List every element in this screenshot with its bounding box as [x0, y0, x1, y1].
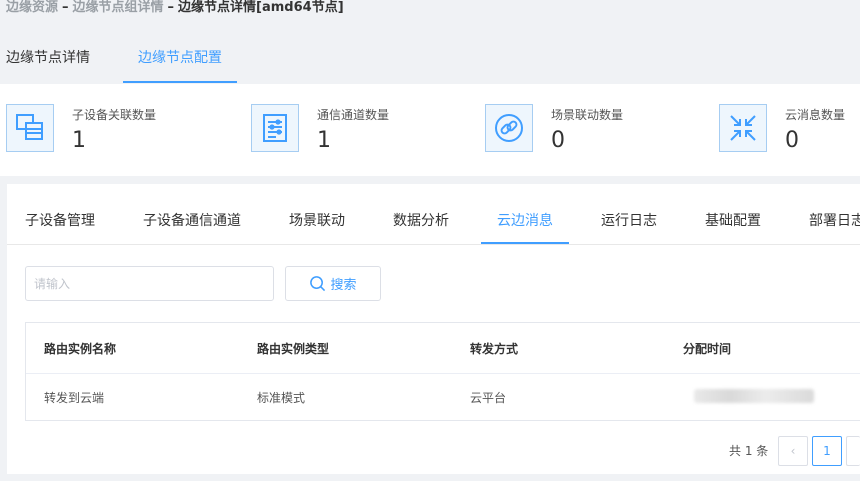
column-header-route-name: 路由实例名称	[44, 341, 117, 356]
prev-page-button[interactable]: ‹	[778, 436, 808, 466]
routing-table: 路由实例名称 路由实例类型 转发方式 分配时间 转发到云端 标准模式 云平台	[25, 322, 860, 421]
breadcrumb-separator: –	[62, 0, 69, 15]
cell-assign-time-redacted	[694, 389, 814, 403]
page-1-button[interactable]: 1	[812, 436, 842, 466]
device-link-icon	[6, 104, 54, 152]
tab-basic-config[interactable]: 基础配置	[705, 184, 761, 242]
search-button-label: 搜索	[330, 278, 357, 293]
search-input[interactable]	[25, 266, 274, 301]
stat-value: 1	[72, 128, 86, 153]
breadcrumb-item-node-group[interactable]: 边缘节点组详情	[73, 0, 164, 15]
tab-node-config[interactable]: 边缘节点配置	[123, 33, 237, 83]
cell-forward-mode: 云平台	[470, 390, 507, 405]
stat-label: 云消息数量	[785, 108, 846, 122]
pagination: 共 1 条 ‹ 1	[7, 436, 860, 466]
column-header-assign-time: 分配时间	[683, 341, 732, 356]
arrows-converge-icon	[719, 104, 767, 152]
stat-label: 场景联动数量	[551, 108, 624, 122]
breadcrumb-separator: –	[167, 0, 175, 15]
stat-label: 通信通道数量	[317, 108, 390, 122]
tab-subdevice-management[interactable]: 子设备管理	[25, 184, 95, 242]
chevron-left-icon: ‹	[790, 444, 796, 458]
table-row[interactable]: 转发到云端 标准模式 云平台	[26, 373, 860, 421]
table-header: 路由实例名称 路由实例类型 转发方式 分配时间	[26, 323, 860, 374]
stat-value: 0	[785, 128, 799, 153]
tab-data-analysis[interactable]: 数据分析	[393, 184, 449, 242]
channel-list-icon	[251, 104, 299, 152]
stats-panel: 子设备关联数量 1 通信通道数量 1 场景联动数量 0 云消息数量 0	[0, 84, 860, 176]
content-panel: 子设备管理 子设备通信通道 场景联动 数据分析 云边消息 运行日志 基础配置 部…	[7, 184, 860, 474]
pagination-total: 共 1 条	[729, 444, 769, 458]
column-header-route-type: 路由实例类型	[257, 341, 330, 356]
top-tabs: 边缘节点详情 边缘节点配置	[0, 33, 860, 83]
cell-route-name: 转发到云端	[44, 390, 105, 405]
stat-value: 0	[551, 128, 565, 153]
breadcrumb-item-edge-resources[interactable]: 边缘资源	[6, 0, 58, 15]
breadcrumb: 边缘资源 – 边缘节点组详情 – 边缘节点详情[amd64节点]	[6, 0, 344, 18]
breadcrumb-item-current: 边缘节点详情[amd64节点]	[178, 0, 344, 15]
tab-runtime-log[interactable]: 运行日志	[601, 184, 657, 242]
tab-subdevice-channel[interactable]: 子设备通信通道	[143, 184, 241, 242]
tab-node-detail[interactable]: 边缘节点详情	[6, 33, 90, 81]
next-page-button[interactable]	[846, 436, 860, 466]
tab-deploy-log[interactable]: 部署日志	[809, 184, 860, 242]
stat-value: 1	[317, 128, 331, 153]
stat-label: 子设备关联数量	[72, 108, 157, 122]
search-icon	[310, 276, 326, 292]
link-chain-icon	[485, 104, 533, 152]
cell-route-type: 标准模式	[257, 390, 306, 405]
tab-scene-linkage[interactable]: 场景联动	[289, 184, 345, 242]
search-button[interactable]: 搜索	[285, 266, 381, 301]
sub-tabs: 子设备管理 子设备通信通道 场景联动 数据分析 云边消息 运行日志 基础配置 部…	[7, 184, 860, 245]
column-header-forward-mode: 转发方式	[470, 341, 519, 356]
tab-cloud-edge-message[interactable]: 云边消息	[481, 184, 569, 244]
